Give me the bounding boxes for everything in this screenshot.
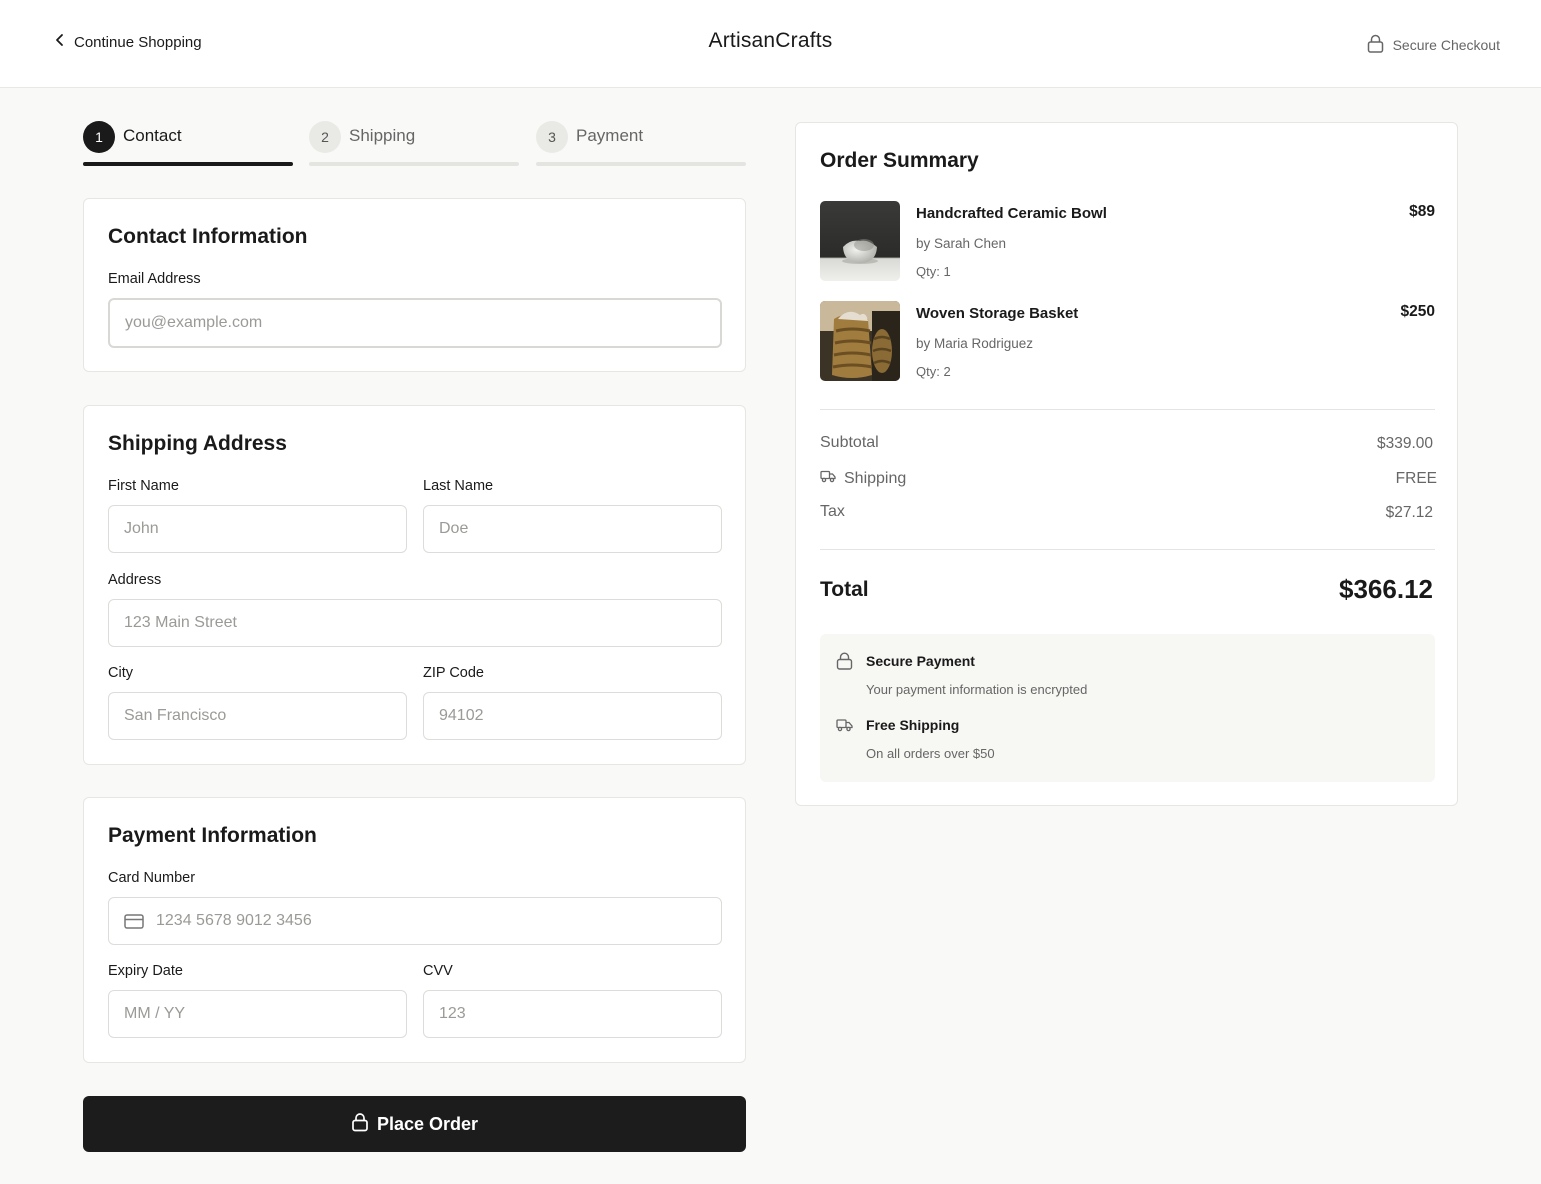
lock-icon — [351, 1112, 369, 1137]
summary-divider — [820, 549, 1435, 550]
order-summary-title: Order Summary — [820, 149, 979, 172]
total-label: Total — [820, 578, 869, 601]
continue-shopping-label: Continue Shopping — [74, 33, 202, 51]
shipping-value: FREE — [1395, 470, 1437, 487]
first-name-label: First Name — [108, 478, 179, 494]
order-item: Woven Storage Basket by Maria Rodriguez … — [820, 301, 1435, 381]
tax-label: Tax — [820, 503, 845, 520]
expiry-date-label: Expiry Date — [108, 963, 183, 979]
shipping-section-title: Shipping Address — [108, 432, 287, 455]
secure-payment-subtitle: Your payment information is encrypted — [866, 682, 1088, 697]
step-payment[interactable]: 3 Payment — [536, 120, 746, 166]
secure-payment-title: Secure Payment — [866, 653, 975, 669]
step-number: 3 — [536, 121, 568, 153]
city-label: City — [108, 665, 133, 681]
item-artist: by Maria Rodriguez — [916, 336, 1034, 351]
item-name: Woven Storage Basket — [916, 305, 1079, 322]
step-number: 1 — [83, 121, 115, 153]
continue-shopping-link[interactable]: Continue Shopping — [54, 33, 202, 51]
step-contact[interactable]: 1 Contact — [83, 120, 293, 166]
brand-logo: ArtisanCrafts — [708, 29, 833, 52]
chevron-left-icon — [54, 33, 66, 51]
address-label: Address — [108, 572, 162, 588]
payment-information-card: Payment Information Card Number Expiry D… — [83, 797, 746, 1063]
step-progress-bar — [536, 162, 746, 166]
step-number: 2 — [309, 121, 341, 153]
shipping-row-label: Shipping — [820, 469, 906, 488]
subtotal-value: $339.00 — [1376, 435, 1433, 452]
item-price: $89 — [1409, 203, 1435, 220]
checkout-benefits-box: Secure Payment Your payment information … — [820, 634, 1435, 782]
first-name-field[interactable] — [108, 505, 407, 553]
tax-value: $27.12 — [1385, 504, 1433, 521]
free-shipping-title: Free Shipping — [866, 717, 960, 733]
shipping-label: Shipping — [844, 469, 907, 487]
secure-checkout-badge: Secure Checkout — [1367, 34, 1500, 56]
item-price: $250 — [1400, 303, 1435, 320]
item-quantity: Qty: 1 — [916, 264, 951, 279]
lock-icon — [1367, 34, 1384, 56]
city-field[interactable] — [108, 692, 407, 740]
item-quantity: Qty: 2 — [916, 364, 951, 379]
last-name-field[interactable] — [423, 505, 722, 553]
address-field[interactable] — [108, 599, 722, 647]
card-number-field[interactable] — [108, 897, 722, 945]
step-progress-bar — [309, 162, 519, 166]
zip-code-label: ZIP Code — [423, 665, 484, 681]
item-name: Handcrafted Ceramic Bowl — [916, 205, 1107, 222]
contact-section-title: Contact Information — [108, 225, 308, 248]
step-shipping[interactable]: 2 Shipping — [309, 120, 519, 166]
step-label: Shipping — [349, 126, 416, 145]
truck-icon — [820, 469, 836, 488]
place-order-button[interactable]: Place Order — [83, 1096, 746, 1152]
step-progress-bar — [83, 162, 293, 166]
subtotal-label: Subtotal — [820, 434, 879, 451]
secure-checkout-label: Secure Checkout — [1392, 37, 1500, 53]
shipping-address-card: Shipping Address First Name Last Name Ad… — [83, 405, 746, 765]
credit-card-icon — [124, 914, 144, 934]
site-header: Continue Shopping ArtisanCrafts Secure C… — [0, 0, 1541, 88]
contact-information-card: Contact Information Email Address — [83, 198, 746, 372]
woven-basket-image — [820, 301, 900, 381]
email-label: Email Address — [108, 271, 201, 287]
truck-icon — [836, 718, 853, 737]
ceramic-bowl-image — [820, 201, 900, 281]
summary-divider — [820, 409, 1435, 410]
free-shipping-subtitle: On all orders over $50 — [866, 746, 995, 761]
card-number-label: Card Number — [108, 870, 196, 886]
item-artist: by Sarah Chen — [916, 236, 1007, 251]
cvv-label: CVV — [423, 963, 453, 979]
checkout-steps: 1 Contact 2 Shipping 3 Payment — [83, 120, 746, 166]
cvv-field[interactable] — [423, 990, 722, 1038]
step-label: Payment — [576, 126, 644, 145]
step-label: Contact — [123, 126, 182, 145]
zip-code-field[interactable] — [423, 692, 722, 740]
lock-icon — [836, 652, 853, 675]
payment-section-title: Payment Information — [108, 824, 317, 847]
last-name-label: Last Name — [423, 478, 494, 494]
order-item: Handcrafted Ceramic Bowl by Sarah Chen Q… — [820, 201, 1435, 281]
expiry-date-field[interactable] — [108, 990, 407, 1038]
total-value: $366.12 — [1339, 574, 1433, 604]
order-summary-panel: Order Summary Handcrafted Ceramic Bowl b — [795, 122, 1458, 806]
place-order-label: Place Order — [376, 1113, 479, 1134]
email-field[interactable] — [108, 298, 722, 348]
